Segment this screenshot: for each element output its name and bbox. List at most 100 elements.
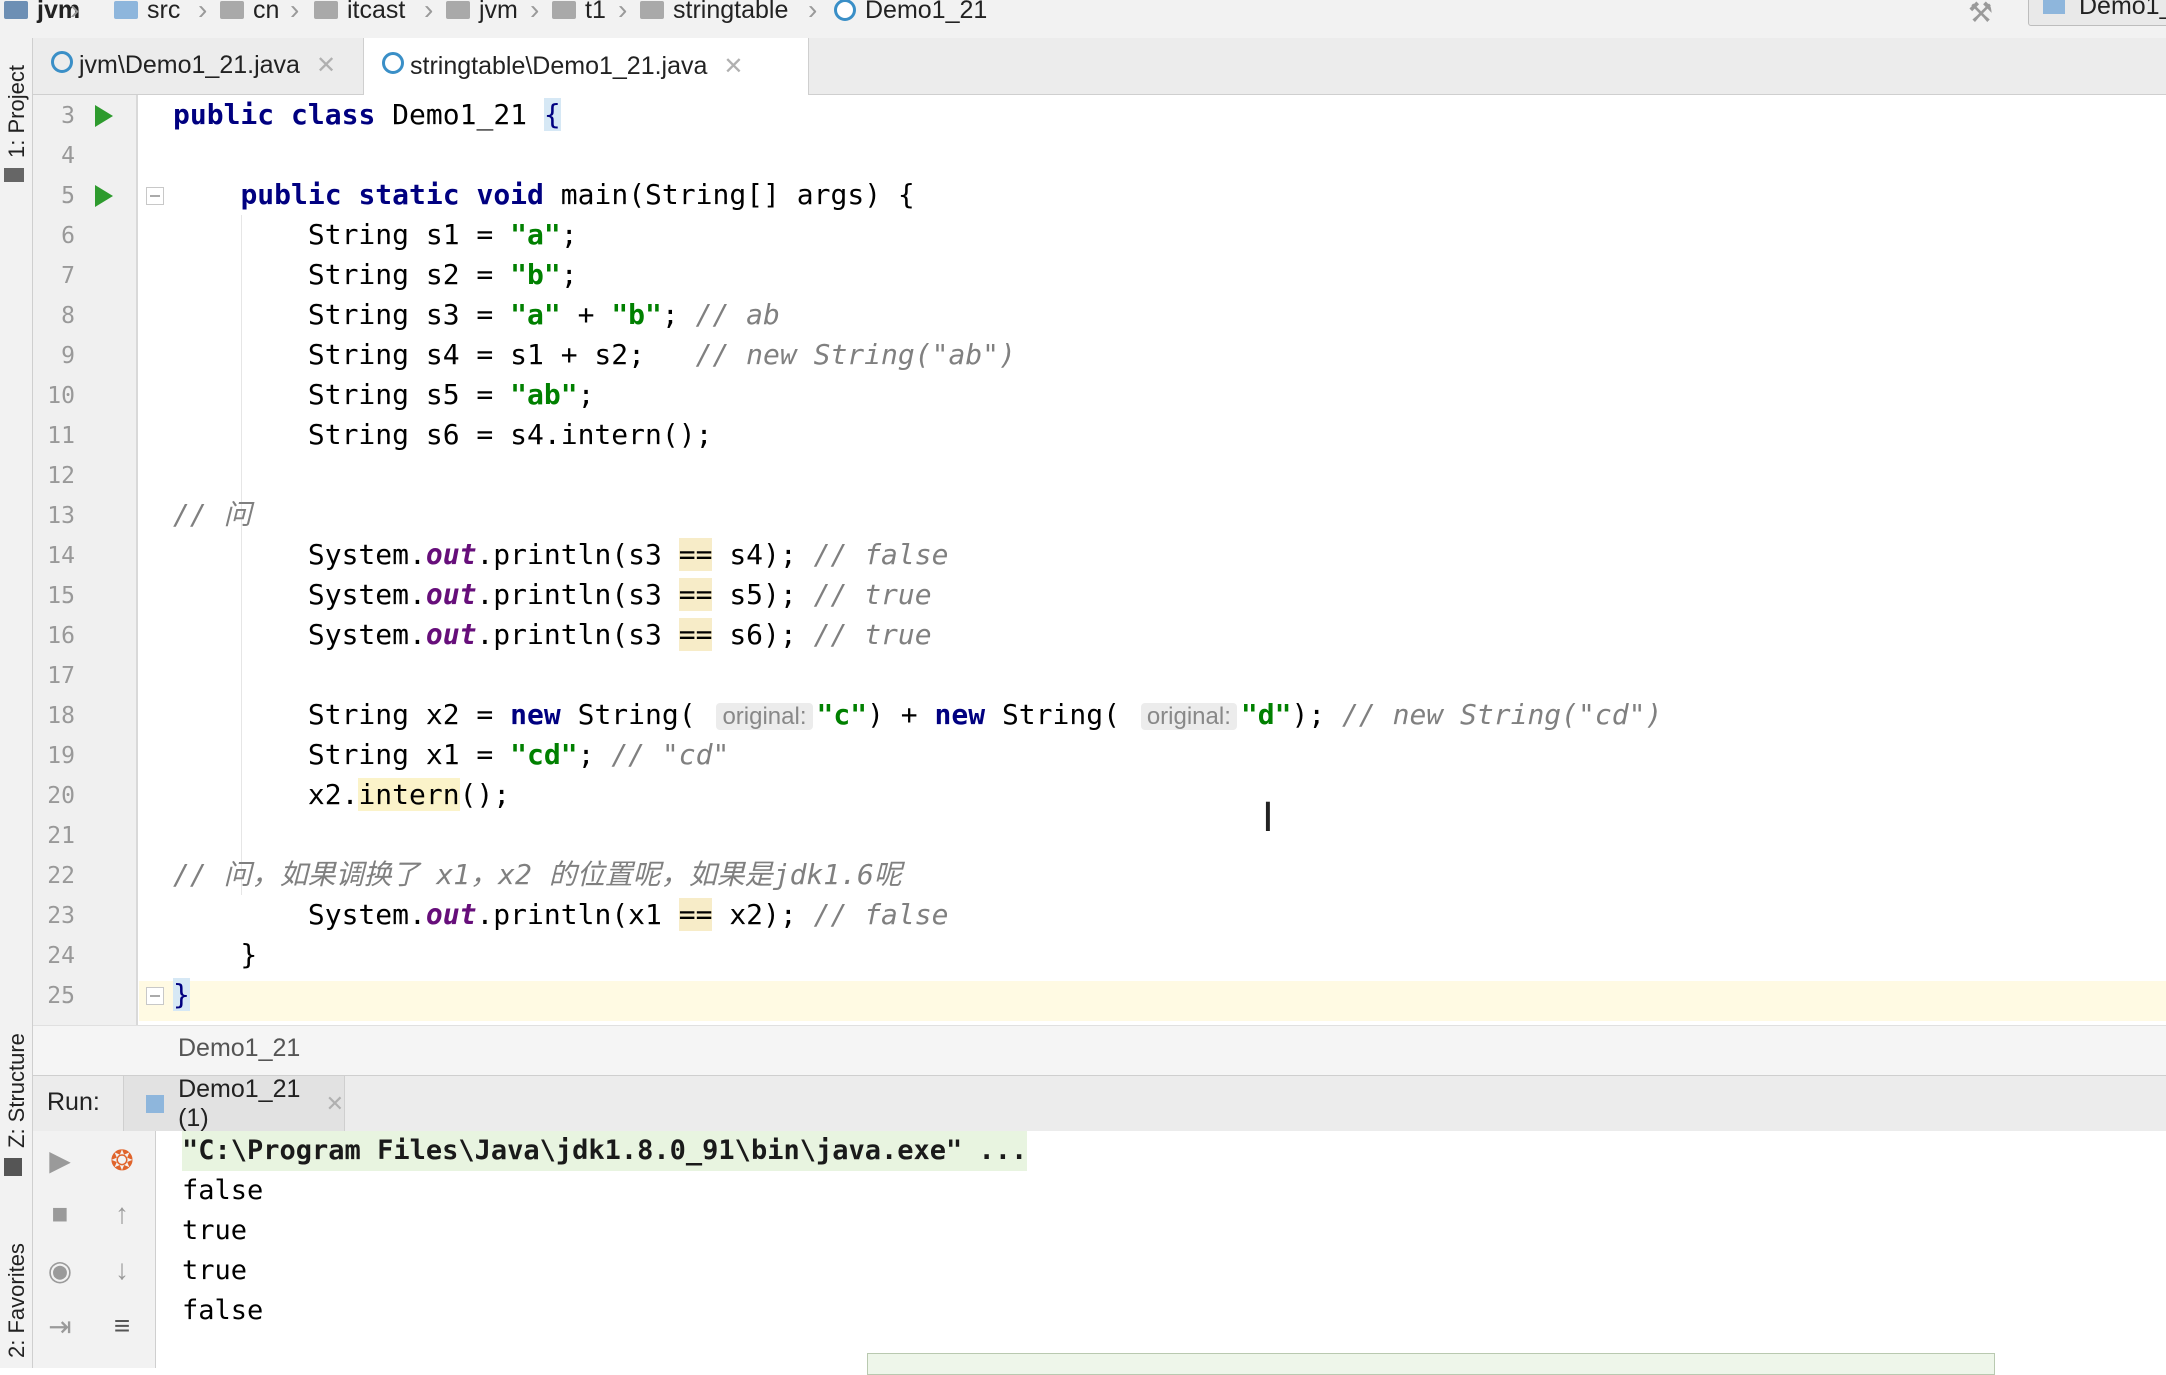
breadcrumb-jvm[interactable]: jvm bbox=[4, 0, 80, 30]
scroll-up-icon[interactable]: ↑ bbox=[105, 1197, 139, 1231]
breadcrumb-t1[interactable]: t1 bbox=[552, 0, 606, 30]
source-folder-icon bbox=[114, 1, 138, 19]
build-hammer-icon[interactable]: ⚒ bbox=[1968, 0, 1993, 29]
code-breadcrumb-label: Demo1_21 bbox=[178, 1034, 301, 1062]
breadcrumb-separator: › bbox=[424, 0, 434, 25]
line-number: 12 bbox=[47, 463, 75, 489]
run-configuration-label: Demo1_21 bbox=[2079, 0, 2166, 20]
run-console[interactable]: "C:\Program Files\Java\jdk1.8.0_91\bin\j… bbox=[156, 1131, 2166, 1368]
run-main-icon[interactable] bbox=[95, 185, 113, 207]
run-title: Run: bbox=[47, 1088, 100, 1116]
class-icon bbox=[382, 51, 404, 74]
favorites-tool-label: 2: Favorites bbox=[4, 1243, 29, 1358]
project-tool-tab[interactable]: 1: Project bbox=[4, 65, 30, 158]
editor-tab-bar: jvm\Demo1_21.java ✕ stringtable\Demo1_21… bbox=[33, 38, 2166, 95]
run-configuration-selector[interactable]: Demo1_21 bbox=[2028, 0, 2166, 26]
notification-popup bbox=[867, 1353, 1995, 1375]
current-line-highlight bbox=[139, 981, 2166, 1021]
code-line: String s1 = "a"; bbox=[173, 218, 578, 251]
package-icon bbox=[552, 1, 576, 19]
breadcrumb-stringtable[interactable]: stringtable bbox=[640, 0, 788, 30]
breadcrumb-jvm-pkg[interactable]: jvm bbox=[446, 0, 518, 30]
breadcrumb-label: itcast bbox=[347, 0, 406, 24]
run-tool-window-header: Run: Demo1_21 (1) ✕ bbox=[33, 1075, 2166, 1132]
tab-label: stringtable\Demo1_21.java bbox=[410, 52, 708, 80]
close-icon[interactable]: ✕ bbox=[316, 51, 336, 80]
line-number: 24 bbox=[47, 943, 75, 969]
code-editor[interactable]: 3 4 5 6 7 8 9 10 11 12 13 14 15 16 17 18… bbox=[33, 95, 2166, 1025]
code-line: } bbox=[173, 978, 190, 1011]
package-icon bbox=[314, 1, 338, 19]
exit-icon[interactable]: ⇥ bbox=[43, 1309, 77, 1343]
line-number: 19 bbox=[47, 743, 75, 769]
line-number: 8 bbox=[61, 303, 75, 329]
code-line: // 问 bbox=[173, 498, 252, 531]
code-line: // 问，如果调换了 x1，x2 的位置呢，如果是jdk1.6呢 bbox=[173, 858, 902, 891]
text-cursor-icon: I bbox=[1262, 795, 1274, 841]
breadcrumb-label: jvm bbox=[479, 0, 518, 24]
code-line: String s4 = s1 + s2; // new String("ab") bbox=[173, 338, 1016, 371]
run-tab-demo1-21[interactable]: Demo1_21 (1) ✕ bbox=[123, 1075, 345, 1132]
camera-icon[interactable]: ◉ bbox=[43, 1253, 77, 1287]
code-line: String x1 = "cd"; // "cd" bbox=[173, 738, 730, 771]
line-number: 25 bbox=[47, 983, 75, 1009]
line-number: 13 bbox=[47, 503, 75, 529]
package-icon bbox=[446, 1, 470, 19]
code-line: public class Demo1_21 { bbox=[173, 98, 561, 131]
structure-icon bbox=[4, 1158, 22, 1176]
breadcrumb-itcast[interactable]: itcast bbox=[314, 0, 405, 30]
structure-tool-tab[interactable]: Z: Structure bbox=[4, 1033, 30, 1148]
breadcrumb-label: stringtable bbox=[673, 0, 789, 24]
line-number: 22 bbox=[47, 863, 75, 889]
console-output-line: false bbox=[182, 1295, 264, 1326]
line-number: 9 bbox=[61, 343, 75, 369]
breadcrumb-separator: › bbox=[70, 0, 80, 25]
tab-label: jvm\Demo1_21.java bbox=[79, 51, 300, 79]
fold-marker-icon[interactable] bbox=[146, 987, 164, 1005]
code-line: String s2 = "b"; bbox=[173, 258, 578, 291]
breadcrumb-class[interactable]: Demo1_21 bbox=[834, 0, 987, 30]
scroll-down-icon[interactable]: ↓ bbox=[105, 1253, 139, 1287]
run-toolbar: ▶ ❂ ■ ↑ ◉ ↓ ⇥ ≡ bbox=[33, 1131, 156, 1368]
console-command-line: "C:\Program Files\Java\jdk1.8.0_91\bin\j… bbox=[182, 1131, 1028, 1171]
soft-wrap-icon[interactable]: ≡ bbox=[105, 1309, 139, 1343]
breadcrumb-separator: › bbox=[618, 0, 628, 25]
stop-icon[interactable]: ■ bbox=[43, 1197, 77, 1231]
console-output-line: true bbox=[182, 1215, 248, 1246]
line-number: 10 bbox=[47, 383, 75, 409]
fold-marker-icon[interactable] bbox=[146, 187, 164, 205]
tab-stringtable-demo1-21[interactable]: stringtable\Demo1_21.java ✕ bbox=[363, 38, 809, 95]
debug-restart-icon[interactable]: ❂ bbox=[105, 1143, 139, 1177]
rerun-icon[interactable]: ▶ bbox=[43, 1143, 77, 1177]
project-folder-icon bbox=[4, 168, 24, 182]
console-icon bbox=[146, 1094, 165, 1113]
close-icon[interactable]: ✕ bbox=[723, 52, 743, 81]
breadcrumb-label: t1 bbox=[585, 0, 606, 24]
code-structure-breadcrumb[interactable]: Demo1_21 bbox=[33, 1025, 2166, 1076]
code-line: System.out.println(s3 == s4); // false bbox=[173, 538, 949, 571]
favorites-tool-tab[interactable]: 2: Favorites bbox=[4, 1243, 30, 1358]
package-icon bbox=[640, 1, 664, 19]
line-number: 20 bbox=[47, 783, 75, 809]
module-icon bbox=[4, 1, 28, 19]
line-number: 21 bbox=[47, 823, 75, 849]
console-output-line: false bbox=[182, 1175, 264, 1206]
breadcrumb-src[interactable]: src bbox=[114, 0, 180, 30]
console-output-line: true bbox=[182, 1255, 248, 1286]
line-number: 7 bbox=[61, 263, 75, 289]
breadcrumb-cn[interactable]: cn bbox=[220, 0, 279, 30]
run-class-icon[interactable] bbox=[95, 105, 113, 127]
line-number: 16 bbox=[47, 623, 75, 649]
close-icon[interactable]: ✕ bbox=[326, 1091, 344, 1117]
code-line: String s5 = "ab"; bbox=[173, 378, 595, 411]
project-tool-label: 1: Project bbox=[4, 65, 29, 158]
breadcrumb-label: src bbox=[147, 0, 181, 24]
gutter-divider bbox=[136, 95, 138, 1025]
class-icon bbox=[51, 50, 73, 73]
line-number: 5 bbox=[61, 183, 75, 209]
code-line: System.out.println(x1 == x2); // false bbox=[173, 898, 949, 931]
line-number: 15 bbox=[47, 583, 75, 609]
code-line: String s6 = s4.intern(); bbox=[173, 418, 713, 451]
tab-jvm-demo1-21[interactable]: jvm\Demo1_21.java ✕ bbox=[33, 38, 363, 93]
breadcrumb-separator: › bbox=[198, 0, 208, 25]
